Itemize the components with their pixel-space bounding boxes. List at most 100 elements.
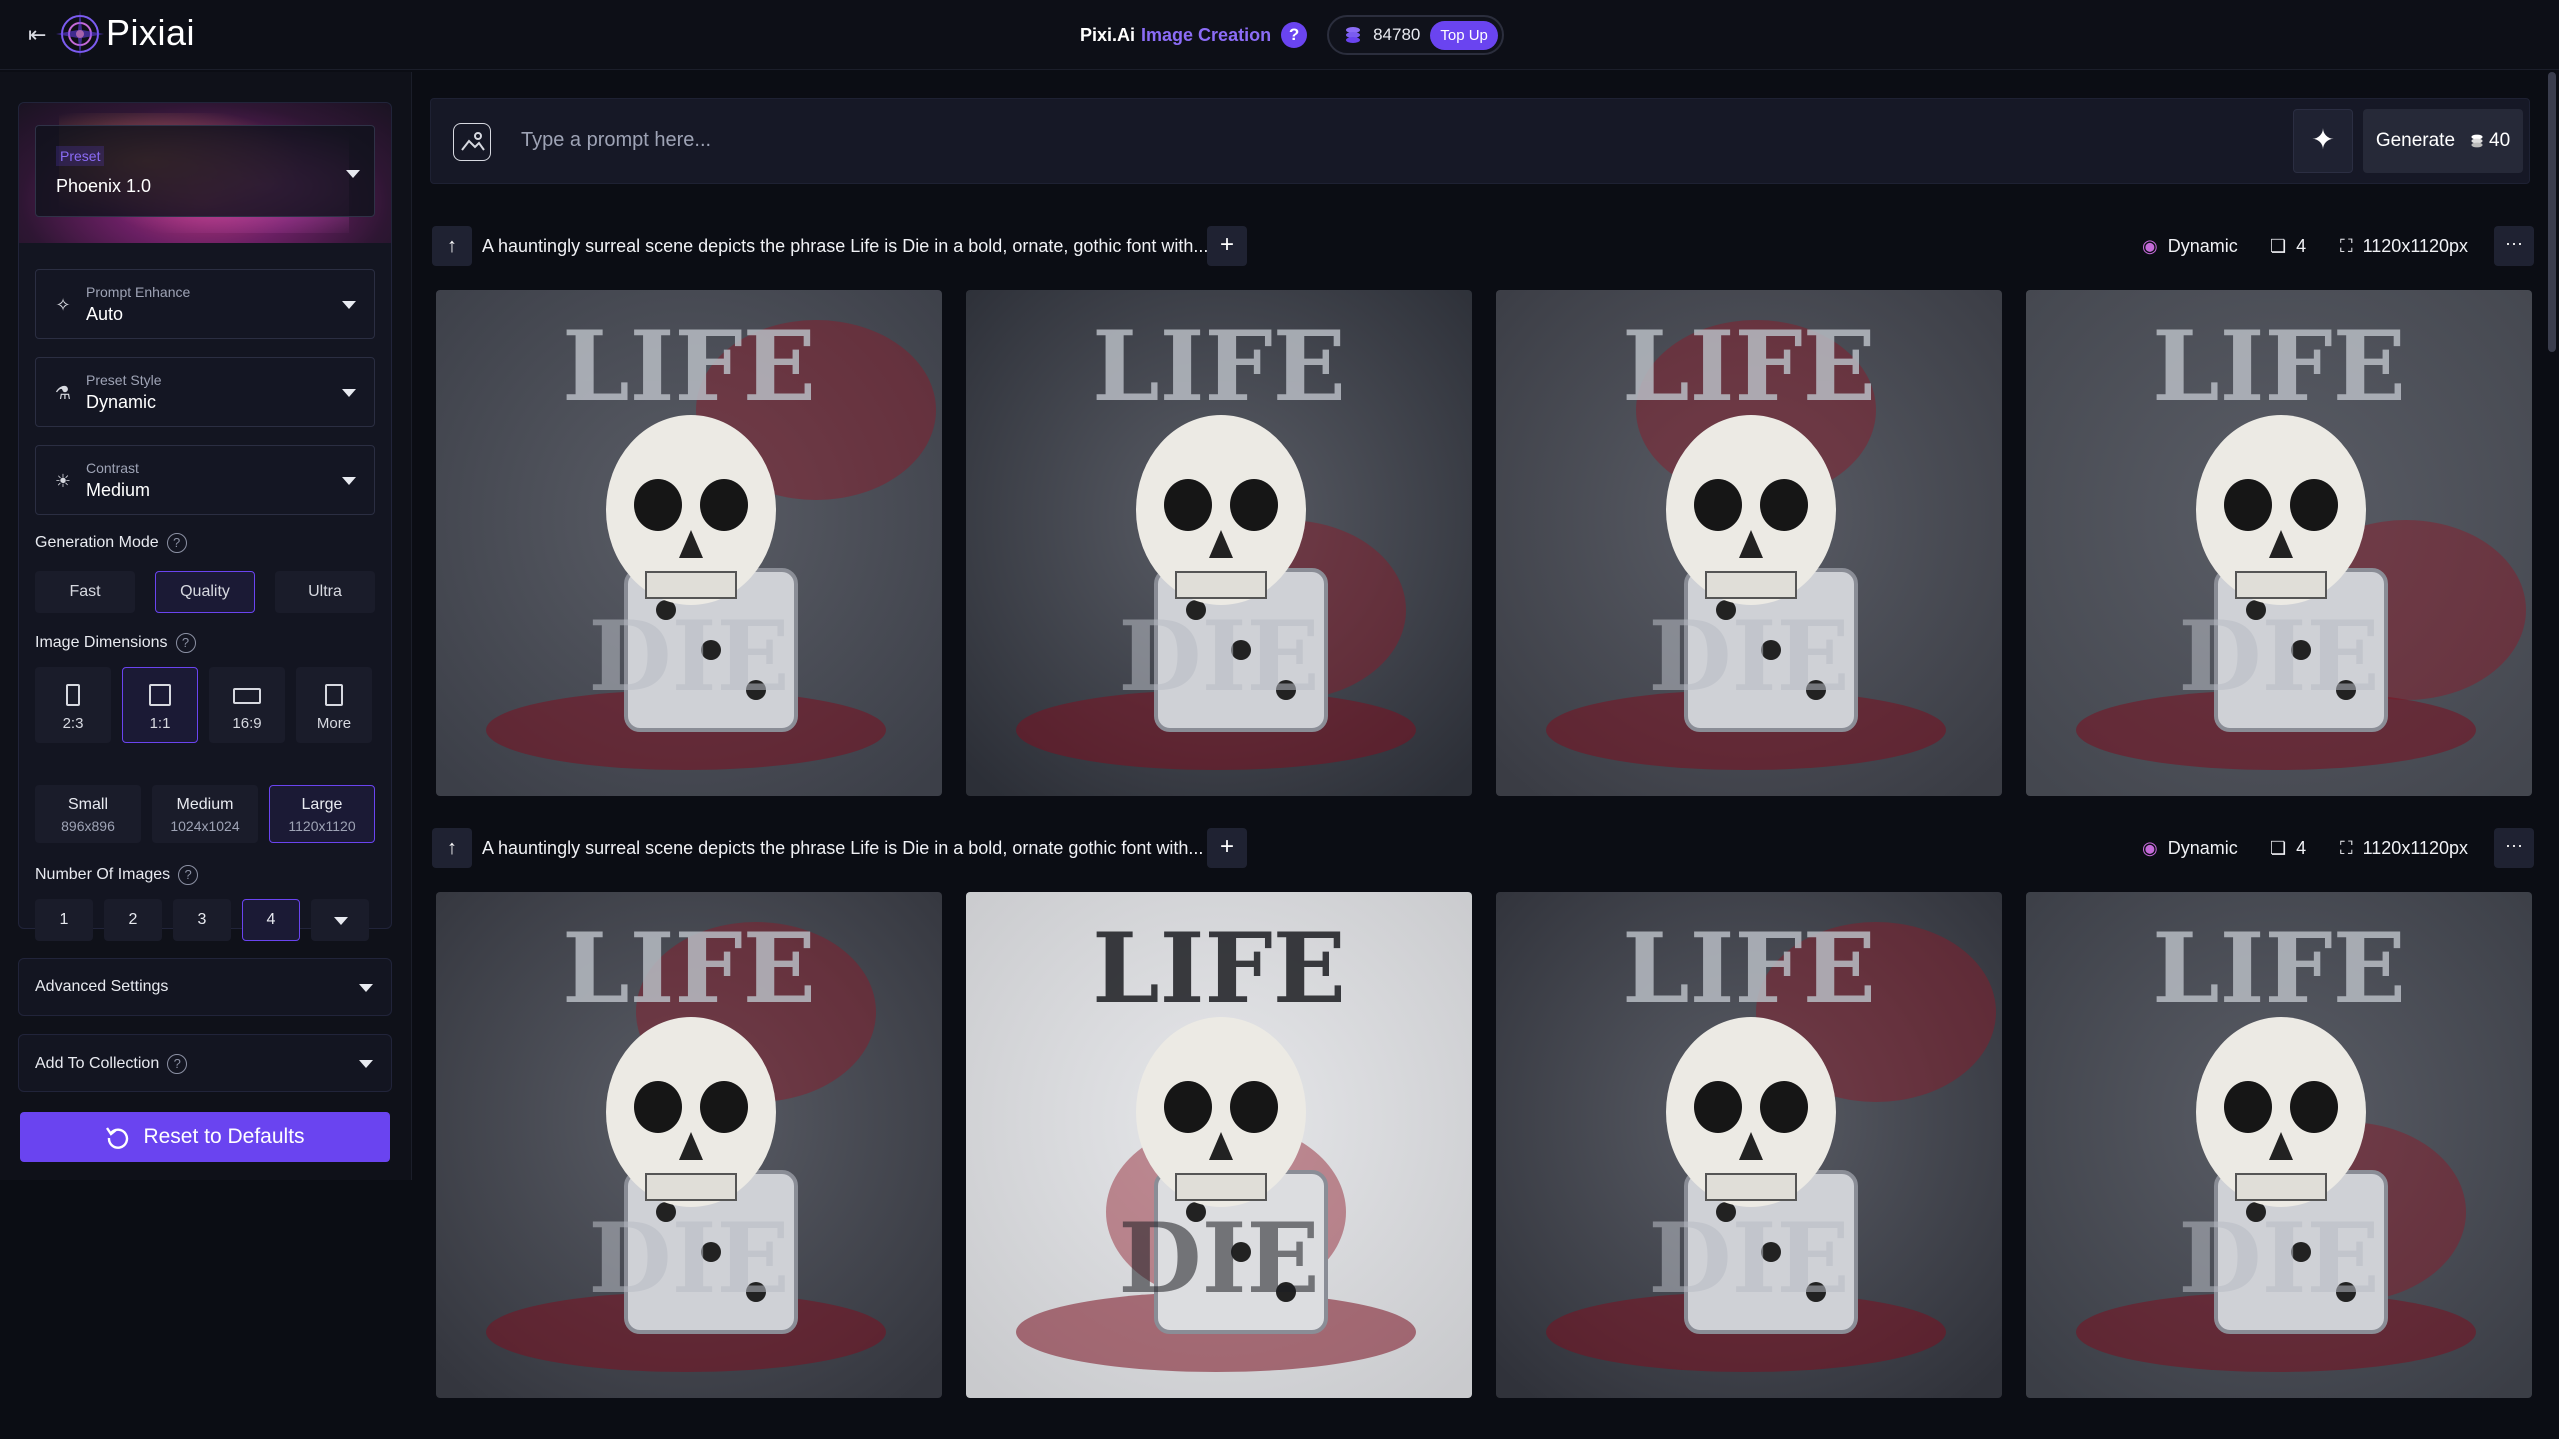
skull-artwork-image: LIFE DIE (1496, 892, 2002, 1398)
svg-text:LIFE: LIFE (562, 912, 816, 1025)
image-prompt-icon[interactable] (453, 123, 491, 161)
row-prompt-text: A hauntingly surreal scene depicts the p… (482, 236, 1209, 256)
brand-name[interactable]: Pixiai (106, 12, 195, 54)
help-icon[interactable]: ? (175, 633, 196, 653)
preset-card: Preset Phoenix 1.0 (19, 103, 391, 243)
generated-image[interactable]: LIFE DIE (2026, 290, 2532, 796)
count-meta: ❏ 4 (2270, 838, 2306, 859)
generated-image[interactable]: LIFE DIE (436, 892, 942, 1398)
image-dimensions-heading: Image Dimensions ? (35, 633, 196, 653)
size-value: 1120x1120px (2362, 236, 2469, 256)
add-to-collection-label: Add To Collection (35, 1055, 160, 1072)
svg-text:DIE: DIE (1648, 1202, 1849, 1315)
row-prompt-text: A hauntingly surreal scene depicts the p… (482, 838, 1204, 858)
generate-button[interactable]: Generate 40 (2363, 109, 2523, 173)
svg-text:LIFE: LIFE (2152, 310, 2406, 423)
pixiai-logo-icon (56, 10, 104, 58)
expand-icon: ⛶ (2340, 236, 2353, 256)
images-count-3-button[interactable]: 3 (173, 899, 231, 941)
images-count-more-dropdown[interactable] (311, 899, 369, 941)
style-meta: ◉ Dynamic (2142, 838, 2238, 859)
generated-image[interactable]: LIFE DIE (1496, 892, 2002, 1398)
svg-text:DIE: DIE (1648, 600, 1849, 713)
add-to-collection-heading: Add To Collection ? (35, 1054, 188, 1074)
app-subtitle: Image Creation (1141, 24, 1272, 45)
more-options-icon[interactable]: ··· (2494, 828, 2534, 868)
images-count-2-button[interactable]: 2 (104, 899, 162, 941)
generated-image[interactable]: LIFE DIE (966, 290, 1472, 796)
count-value: 4 (2296, 236, 2307, 256)
preset-dropdown[interactable]: Preset Phoenix 1.0 (35, 125, 375, 217)
size-name: Medium (176, 796, 234, 813)
number-of-images-label: Number Of Images (35, 866, 171, 883)
images-count-4-button[interactable]: 4 (242, 899, 300, 941)
add-icon[interactable]: + (1207, 226, 1247, 266)
scrollbar[interactable] (2548, 72, 2556, 352)
help-icon[interactable]: ? (178, 865, 199, 885)
prompt-enhance-dropdown[interactable]: ✧ Prompt Enhance Auto (35, 269, 375, 339)
dimension-1-1-button[interactable]: 1:1 (122, 667, 198, 743)
advanced-settings-toggle[interactable]: Advanced Settings (18, 958, 392, 1016)
size-small-button[interactable]: Small 896x896 (35, 785, 141, 843)
dimension-more-button[interactable]: More (296, 667, 372, 743)
generated-image[interactable]: LIFE DIE (436, 290, 942, 796)
size-medium-button[interactable]: Medium 1024x1024 (152, 785, 258, 843)
palette-icon: ◉ (2142, 838, 2158, 858)
mode-ultra-button[interactable]: Ultra (275, 571, 375, 613)
top-up-button[interactable]: Top Up (1430, 20, 1498, 50)
prompt-input[interactable]: Type a prompt here... (521, 129, 711, 152)
svg-text:LIFE: LIFE (562, 310, 816, 423)
more-options-icon[interactable]: ··· (2494, 226, 2534, 266)
style-value: Dynamic (2167, 236, 2238, 256)
count-meta: ❏ 4 (2270, 236, 2306, 257)
help-icon[interactable]: ? (167, 1054, 188, 1074)
generated-image[interactable]: LIFE DIE (2026, 892, 2532, 1398)
preset-style-label: Preset Style (86, 372, 162, 388)
mode-fast-button[interactable]: Fast (35, 571, 135, 613)
settings-sidebar: Preset Phoenix 1.0 ✧ Prompt Enhance Auto… (0, 72, 412, 1180)
help-icon[interactable]: ? (166, 533, 187, 553)
help-icon[interactable]: ? (1281, 22, 1308, 48)
svg-text:DIE: DIE (1118, 1202, 1319, 1315)
square-ratio-icon (149, 684, 171, 706)
add-icon[interactable]: + (1207, 828, 1247, 868)
coins-icon (1346, 27, 1361, 43)
palette-icon: ◉ (2142, 236, 2158, 256)
settings-panel: Preset Phoenix 1.0 ✧ Prompt Enhance Auto… (18, 102, 392, 941)
chevron-down-icon (359, 1060, 373, 1068)
reuse-prompt-icon[interactable]: ↑ (432, 226, 472, 266)
add-to-collection-toggle[interactable]: Add To Collection ? (18, 1034, 392, 1092)
contrast-dropdown[interactable]: ☀ Contrast Medium (35, 445, 375, 515)
reset-to-defaults-button[interactable]: Reset to Defaults (20, 1112, 390, 1162)
generated-image[interactable]: LIFE DIE (966, 892, 1472, 1398)
top-bar: ⇤ Pixiai Pixi.Ai Image Creation ? 84780 … (0, 0, 2559, 70)
images-count-1-button[interactable]: 1 (35, 899, 93, 941)
reuse-prompt-icon[interactable]: ↑ (432, 828, 472, 868)
svg-text:LIFE: LIFE (1092, 912, 1346, 1025)
bottom-edge (432, 1428, 2532, 1439)
generated-image[interactable]: LIFE DIE (1496, 290, 2002, 796)
chevron-down-icon (334, 917, 348, 925)
landscape-ratio-icon (233, 688, 261, 704)
dimension-2-3-button[interactable]: 2:3 (35, 667, 111, 743)
svg-text:DIE: DIE (2178, 1202, 2379, 1315)
chevron-down-icon (346, 170, 360, 178)
generation-mode-label: Generation Mode (35, 534, 159, 551)
preset-style-dropdown[interactable]: ⚗ Preset Style Dynamic (35, 357, 375, 427)
reset-icon (106, 1127, 129, 1149)
size-large-button[interactable]: Large 1120x1120 (269, 785, 375, 843)
svg-text:DIE: DIE (588, 1202, 789, 1315)
size-pixels: 896x896 (61, 818, 115, 834)
images-icon: ❏ (2270, 236, 2287, 256)
dimension-16-9-button[interactable]: 16:9 (209, 667, 285, 743)
size-value: 1120x1120px (2362, 838, 2469, 858)
generation-mode-heading: Generation Mode ? (35, 533, 187, 553)
preset-value: Phoenix 1.0 (56, 176, 152, 196)
generate-cost-value: 40 (2489, 130, 2511, 151)
dimension-label: More (316, 715, 352, 732)
mode-quality-button[interactable]: Quality (155, 571, 255, 613)
size-pixels: 1024x1024 (170, 818, 240, 834)
generation-row-header: ↑ A hauntingly surreal scene depicts the… (432, 828, 2534, 872)
magic-enhance-icon[interactable]: ✦ (2293, 109, 2353, 173)
dimension-label: 1:1 (149, 715, 171, 732)
